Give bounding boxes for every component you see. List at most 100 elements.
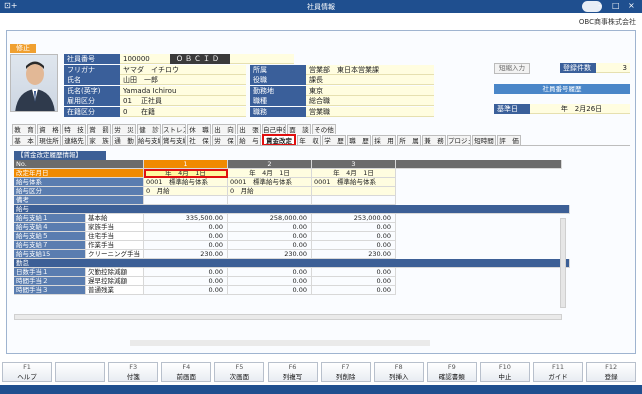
pay-type-cell[interactable]: 0 月給 — [228, 187, 312, 196]
tab-row1-item[interactable]: 労 災 — [112, 124, 136, 134]
employee-field-value[interactable]: 在籍 — [138, 106, 246, 117]
pay-type-cell[interactable]: 0 月給 — [144, 187, 228, 196]
fkey-button-f12[interactable]: F12 登録 — [586, 362, 637, 382]
attendance-amount-cell[interactable]: 0.00 — [144, 286, 228, 295]
tab-row2-item[interactable]: 職 歴 — [347, 135, 371, 145]
pay-system-cell[interactable]: 0001 標準給与体系 — [144, 178, 228, 187]
tab-row1-item[interactable]: 健 診 — [137, 124, 161, 134]
tab-row2-item[interactable]: 学 歴 — [322, 135, 346, 145]
pay-type-cell[interactable] — [312, 187, 396, 196]
salary-amount-cell[interactable]: 0.00 — [144, 241, 228, 250]
salary-amount-cell[interactable]: 0.00 — [312, 223, 396, 232]
fkey-button-f11[interactable]: F11 ガイド — [533, 362, 583, 382]
remark-cell[interactable] — [312, 196, 396, 205]
base-date-field[interactable]: 年 2月26日 — [530, 104, 630, 114]
salary-amount-cell[interactable]: 230.00 — [312, 250, 396, 259]
remark-cell[interactable] — [144, 196, 228, 205]
tab-row2-item[interactable]: 給 与 — [237, 135, 261, 145]
salary-amount-cell[interactable]: 0.00 — [144, 223, 228, 232]
tab-row1-item[interactable]: 賞 罰 — [87, 124, 111, 134]
org-field-value[interactable]: 総合職 — [306, 96, 434, 106]
employee-field-value[interactable]: Yamada Ichirou — [120, 85, 246, 96]
tab-row2-item[interactable]: 社 保 — [187, 135, 211, 145]
fkey-button-f5[interactable]: F5 次画面 — [214, 362, 265, 382]
fkey-button-f1[interactable]: F1 ヘルプ — [2, 362, 52, 382]
tab-row1-item[interactable]: 出 張 — [237, 124, 261, 134]
fkey-button-blank[interactable] — [55, 362, 106, 382]
salary-amount-cell[interactable]: 253,000.00 — [312, 214, 396, 223]
tab-row2-item[interactable]: 基 本 — [12, 135, 36, 145]
salary-amount-cell[interactable]: 335,500.00 — [144, 214, 228, 223]
tab-row2-item[interactable]: 短時間 — [472, 135, 496, 145]
revision-date-cell[interactable]: 年 4月 1日 — [312, 169, 396, 178]
attendance-amount-cell[interactable]: 0.00 — [312, 286, 396, 295]
fkey-button-f6[interactable]: F6 列複写 — [267, 362, 318, 382]
tab-row1-item[interactable]: 面 談 — [287, 124, 311, 134]
salary-amount-cell[interactable]: 230.00 — [228, 250, 312, 259]
fkey-button-f8[interactable]: F8 列挿入 — [373, 362, 424, 382]
tab-row2-item[interactable]: プロジェ — [447, 135, 471, 145]
fkey-button-f10[interactable]: F10 中止 — [479, 362, 530, 382]
org-field-value[interactable]: 営業部 東日本営業課 — [306, 64, 434, 75]
employee-field-value[interactable]: 山田 一郎 — [120, 75, 246, 85]
pay-system-cell[interactable]: 0001 標準給与体系 — [228, 178, 312, 187]
attendance-amount-cell[interactable]: 0.00 — [312, 268, 396, 277]
pay-system-cell[interactable]: 0001 標準給与体系 — [312, 178, 396, 187]
tab-row1-item[interactable]: 特 技 — [62, 124, 86, 134]
tab-row2-item[interactable]: 給与支給 — [137, 135, 161, 145]
tab-row2-item[interactable]: 評 価 — [497, 135, 521, 145]
fkey-button-f7[interactable]: F7 列削除 — [320, 362, 371, 382]
employee-field-value[interactable]: 正社員 — [138, 96, 246, 106]
tab-row2-item[interactable]: 兼 務 — [422, 135, 446, 145]
short-input-button[interactable]: 短縮入力 — [494, 63, 530, 74]
revision-date-cell[interactable]: 年 4月 1日 — [228, 169, 312, 178]
attendance-amount-cell[interactable]: 0.00 — [228, 277, 312, 286]
maximize-icon[interactable]: □ — [612, 1, 620, 10]
tab-row1-item[interactable]: 自己申告 — [262, 124, 286, 134]
salary-amount-cell[interactable]: 230.00 — [144, 250, 228, 259]
tab-row2-item[interactable]: 年 収 — [297, 135, 321, 145]
salary-amount-cell[interactable]: 0.00 — [228, 232, 312, 241]
salary-amount-cell[interactable]: 0.00 — [144, 232, 228, 241]
fkey-button-f3[interactable]: F3 付箋 — [108, 362, 159, 382]
attendance-amount-cell[interactable]: 0.00 — [144, 268, 228, 277]
close-icon[interactable]: × — [628, 1, 635, 10]
employee-field-code[interactable]: 0 — [120, 106, 138, 117]
tab-row2-item[interactable]: 家 族 — [87, 135, 111, 145]
org-field-value[interactable]: 課長 — [306, 75, 434, 85]
employee-field-value[interactable]: 100000 — [120, 54, 170, 64]
attendance-amount-cell[interactable]: 0.00 — [312, 277, 396, 286]
attendance-amount-cell[interactable]: 0.00 — [228, 268, 312, 277]
tab-row2-item[interactable]: 現住所 — [37, 135, 61, 145]
tab-row1-item[interactable]: その他 — [312, 124, 336, 134]
remark-cell[interactable] — [228, 196, 312, 205]
horizontal-scrollbar[interactable] — [14, 314, 562, 320]
minimize-icon[interactable]: – — [598, 1, 602, 10]
vertical-scrollbar[interactable] — [560, 218, 566, 308]
revision-date-cell[interactable]: 年 4月 1日 — [144, 169, 228, 178]
salary-amount-cell[interactable]: 0.00 — [312, 241, 396, 250]
attendance-amount-cell[interactable]: 0.00 — [144, 277, 228, 286]
attendance-amount-cell[interactable]: 0.00 — [228, 286, 312, 295]
salary-amount-cell[interactable]: 258,000.00 — [228, 214, 312, 223]
tab-row2-item[interactable]: 連絡先 — [62, 135, 86, 145]
employee-field-code[interactable]: 01 — [120, 96, 138, 106]
org-field-value[interactable]: 東京 — [306, 85, 434, 96]
tab-row2-item[interactable]: 賞与支給 — [162, 135, 186, 145]
tab-row1-item[interactable]: 教 育 — [12, 124, 36, 134]
employee-photo[interactable] — [10, 54, 58, 112]
tab-row2-item[interactable]: 所 属 — [397, 135, 421, 145]
obcid-field[interactable] — [230, 54, 294, 64]
tab-row2-item[interactable]: 採 用 — [372, 135, 396, 145]
fkey-button-f4[interactable]: F4 前画面 — [161, 362, 212, 382]
fkey-button-f9[interactable]: F9 確認書類 — [426, 362, 477, 382]
tab-row2-item[interactable]: 通 勤 — [112, 135, 136, 145]
salary-amount-cell[interactable]: 0.00 — [228, 241, 312, 250]
tab-row1-item[interactable]: 休 職 — [187, 124, 211, 134]
employee-field-value[interactable]: ヤマダ イチロウ — [120, 64, 246, 75]
tab-row1-item[interactable]: ストレス — [162, 124, 186, 134]
org-field-value[interactable]: 営業職 — [306, 106, 434, 117]
tab-row1-item[interactable]: 資 格 — [37, 124, 61, 134]
salary-amount-cell[interactable]: 0.00 — [312, 232, 396, 241]
salary-amount-cell[interactable]: 0.00 — [228, 223, 312, 232]
